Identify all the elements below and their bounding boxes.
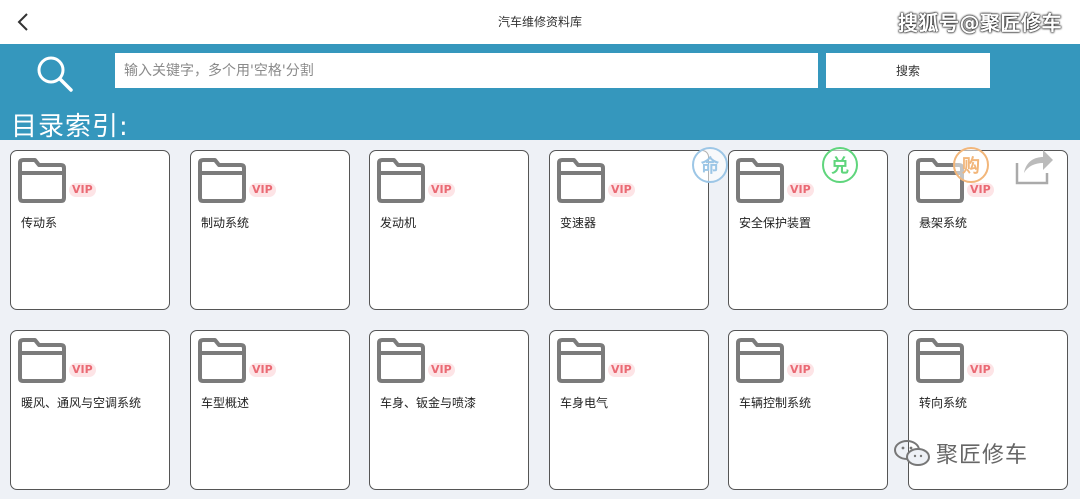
watermark-top: 搜狐号@聚匠修车 xyxy=(898,11,1062,35)
folder-icon xyxy=(18,338,66,383)
wechat-icon xyxy=(894,440,930,466)
catalog-card[interactable]: VIP 车型概述 xyxy=(190,330,350,490)
footer-watermark: 聚匠修车 xyxy=(892,436,1028,470)
catalog-card-label: 安全保护装置 xyxy=(739,216,812,230)
catalog-card-label: 车辆控制系统 xyxy=(739,396,812,410)
catalog-card-label: 变速器 xyxy=(560,216,597,230)
vip-badge: VIP xyxy=(608,183,635,197)
catalog-card[interactable]: VIP 车辆控制系统 xyxy=(728,330,888,490)
catalog-card-label: 发动机 xyxy=(380,216,417,230)
catalog-card[interactable]: VIP 发动机 xyxy=(369,150,529,310)
vip-badge: VIP xyxy=(69,363,96,377)
catalog-card[interactable]: VIP 车身、钣金与喷漆 xyxy=(369,330,529,490)
folder-icon xyxy=(18,158,66,203)
section-title: 目录索引: xyxy=(11,112,129,142)
vip-badge: VIP xyxy=(428,183,455,197)
catalog-card[interactable]: VIP 变速器 xyxy=(549,150,709,310)
catalog-card-label: 转向系统 xyxy=(919,396,968,410)
catalog-card-label: 暖风、通风与空调系统 xyxy=(21,396,142,410)
vip-badge: VIP xyxy=(967,363,994,377)
vip-badge: VIP xyxy=(69,183,96,197)
catalog-card-label: 车身、钣金与喷漆 xyxy=(380,396,477,410)
vip-badge: VIP xyxy=(249,363,276,377)
vip-badge: VIP xyxy=(249,183,276,197)
home-float-icon[interactable]: 命 xyxy=(692,147,728,183)
search-button[interactable]: 搜索 xyxy=(826,53,990,88)
search-input[interactable] xyxy=(115,53,818,88)
catalog-card-label: 车身电气 xyxy=(560,396,609,410)
app-page: 汽车维修资料库 搜狐号@聚匠修车 搜索 目录索引: VIP传动系VIP制动系统V… xyxy=(0,0,1080,499)
catalog-card-label: 悬架系统 xyxy=(919,216,968,230)
catalog-card[interactable]: VIP 传动系 xyxy=(10,150,170,310)
vip-badge: VIP xyxy=(428,363,455,377)
folder-icon xyxy=(916,338,964,383)
folder-icon xyxy=(377,338,425,383)
vip-badge: VIP xyxy=(787,363,814,377)
vip-badge: VIP xyxy=(967,183,994,197)
search-bar: 搜索 目录索引: xyxy=(0,44,1080,142)
vip-badge: VIP xyxy=(608,363,635,377)
folder-icon xyxy=(736,158,784,203)
folder-icon xyxy=(198,338,246,383)
catalog-card-label: 制动系统 xyxy=(201,216,250,230)
exchange-float-icon[interactable]: 兑 xyxy=(822,147,858,183)
title-bar: 汽车维修资料库 搜狐号@聚匠修车 xyxy=(0,0,1080,44)
catalog-card[interactable]: VIP 制动系统 xyxy=(190,150,350,310)
folder-icon xyxy=(557,338,605,383)
footer-watermark-text: 聚匠修车 xyxy=(936,443,1029,468)
catalog-card[interactable]: VIP 安全保护装置 xyxy=(728,150,888,310)
folder-icon xyxy=(557,158,605,203)
catalog-card[interactable]: VIP 车身电气 xyxy=(549,330,709,490)
vip-badge: VIP xyxy=(787,183,814,197)
catalog-card-label: 车型概述 xyxy=(201,396,250,410)
buy-float-icon[interactable]: 购 xyxy=(953,147,989,183)
share-icon[interactable] xyxy=(1013,145,1055,187)
catalog-card[interactable]: VIP 暖风、通风与空调系统 xyxy=(10,330,170,490)
catalog-card-label: 传动系 xyxy=(21,216,58,230)
folder-icon xyxy=(377,158,425,203)
folder-icon xyxy=(736,338,784,383)
folder-icon xyxy=(198,158,246,203)
search-icon[interactable] xyxy=(34,53,74,93)
